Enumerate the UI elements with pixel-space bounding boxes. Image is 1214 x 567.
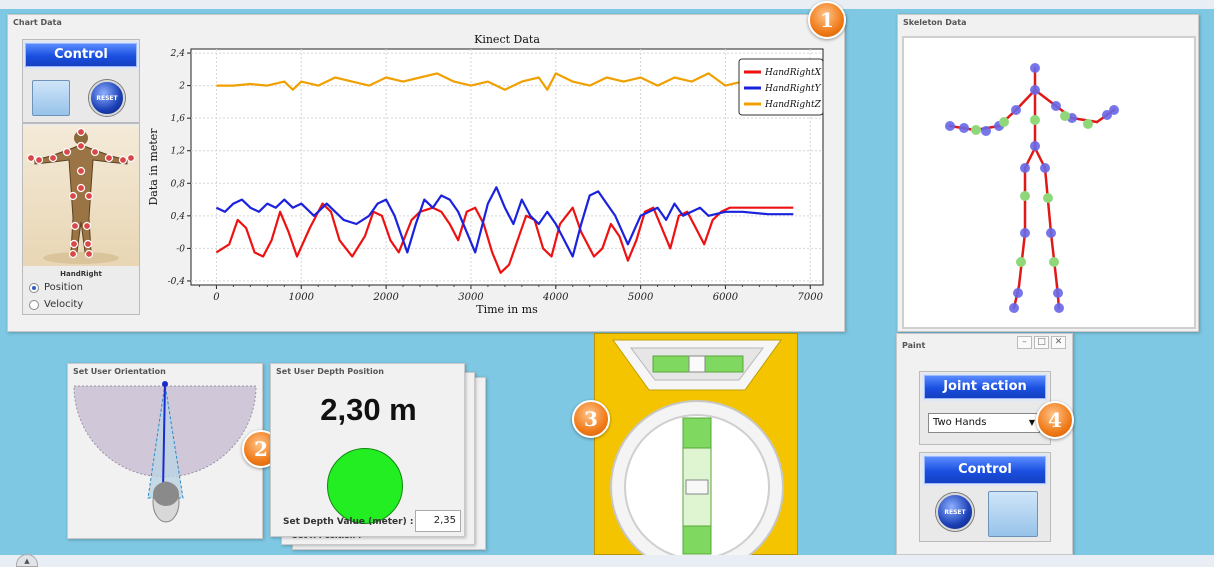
x-tick-label: 7000 [798, 292, 824, 303]
orientation-panel-title: Set User Orientation [73, 367, 166, 376]
y-tick-label: 2 [178, 82, 185, 92]
badge-1: 1 [808, 1, 846, 39]
control-group: Control RESET [22, 39, 140, 123]
close-icon[interactable]: ✕ [1051, 336, 1066, 349]
y-axis-label: Data in meter [147, 128, 160, 206]
top-strip [0, 0, 1214, 9]
reset-button[interactable]: RESET [89, 80, 125, 116]
depth-indicator-circle [327, 448, 403, 524]
chevron-down-icon[interactable]: ▼ [1029, 414, 1035, 432]
orientation-control[interactable] [70, 378, 260, 538]
square-button[interactable] [32, 80, 70, 116]
level-instrument [610, 339, 784, 567]
paint-reset-button[interactable]: RESET [936, 493, 974, 531]
x-tick-label: 1000 [289, 292, 315, 303]
legend-label: HandRightX [764, 68, 822, 78]
y-tick-label: 1,6 [171, 114, 186, 124]
dropdown-value: Two Hands [933, 417, 987, 428]
minimize-icon[interactable]: – [1017, 336, 1032, 349]
depth-panel-title: Set User Depth Position [276, 367, 384, 376]
x-tick-label: 3000 [458, 292, 484, 303]
window-controls: – □ ✕ [1017, 336, 1066, 349]
level-panel [594, 333, 798, 567]
y-tick-label: -0,4 [168, 277, 186, 287]
y-tick-label: 1,2 [171, 147, 186, 157]
paint-panel: Paint – □ ✕ Joint action Two Hands ▼ Con… [896, 333, 1073, 555]
joint-action-dropdown[interactable]: Two Hands ▼ [928, 413, 1040, 433]
badge-4: 4 [1036, 401, 1074, 439]
kinect-chart: -0,4 -0 0,4 0,8 1,2 1,6 2 2,4 0 1000 2000 3000 4000 5… [147, 33, 824, 316]
x-tick-label: 6000 [713, 292, 739, 303]
radio-velocity-circle[interactable] [29, 299, 39, 310]
skeleton-data-panel: Skeleton Data [897, 14, 1199, 332]
y-tick-label: 2,4 [170, 49, 186, 59]
radio-position-circle[interactable] [29, 282, 39, 293]
x-tick-label: 4000 [542, 292, 569, 303]
x-tick-label: 5000 [628, 292, 654, 303]
joint-name-label: HandRight [60, 270, 102, 278]
maximize-icon[interactable]: □ [1034, 336, 1049, 349]
badge-3: 3 [572, 400, 610, 438]
paint-control-button[interactable]: Control [924, 456, 1046, 484]
depth-panel: Set User Depth Position 2,30 m Set Depth… [270, 363, 465, 537]
control-header-button[interactable]: Control [25, 43, 137, 67]
x-tick-label: 0 [213, 292, 220, 303]
depth-input-field[interactable]: 2,35 [415, 510, 461, 532]
legend-label: HandRightY [764, 84, 822, 94]
body-figure-icon[interactable] [23, 126, 139, 266]
radio-velocity[interactable]: Velocity [29, 299, 83, 310]
joint-selector: HandRight Position Velocity [22, 123, 140, 315]
y-tick-label: -0 [176, 244, 185, 254]
depth-value-display: 2,30 m [320, 392, 417, 427]
chart-data-panel: Chart Data Control RESET HandRight Posit… [7, 14, 845, 332]
x-axis-label: Time in ms [476, 303, 538, 316]
orientation-panel: Set User Orientation [67, 363, 263, 539]
depth-input-label: Set Depth Value (meter) : [283, 517, 414, 527]
skeleton-data-panel-title: Skeleton Data [903, 18, 967, 27]
legend-label: HandRightZ [764, 100, 822, 110]
paint-panel-title: Paint [902, 341, 926, 350]
joint-action-button[interactable]: Joint action [924, 375, 1046, 399]
radio-velocity-label: Velocity [44, 299, 84, 310]
y-tick-label: 0,8 [171, 179, 186, 189]
joint-action-group: Joint action Two Hands ▼ [919, 371, 1051, 445]
bottom-strip [0, 555, 1214, 567]
x-tick-label: 2000 [372, 292, 399, 303]
paint-control-group: Control RESET [919, 452, 1051, 542]
radio-position[interactable]: Position [29, 282, 83, 293]
skeleton-canvas [902, 36, 1196, 329]
paint-square-button[interactable] [988, 491, 1038, 537]
y-tick-label: 0,4 [171, 212, 186, 222]
chart-data-panel-title: Chart Data [13, 18, 62, 27]
skeleton-figure [945, 63, 1119, 313]
chart-title: Kinect Data [474, 33, 540, 46]
radio-position-label: Position [44, 282, 83, 293]
